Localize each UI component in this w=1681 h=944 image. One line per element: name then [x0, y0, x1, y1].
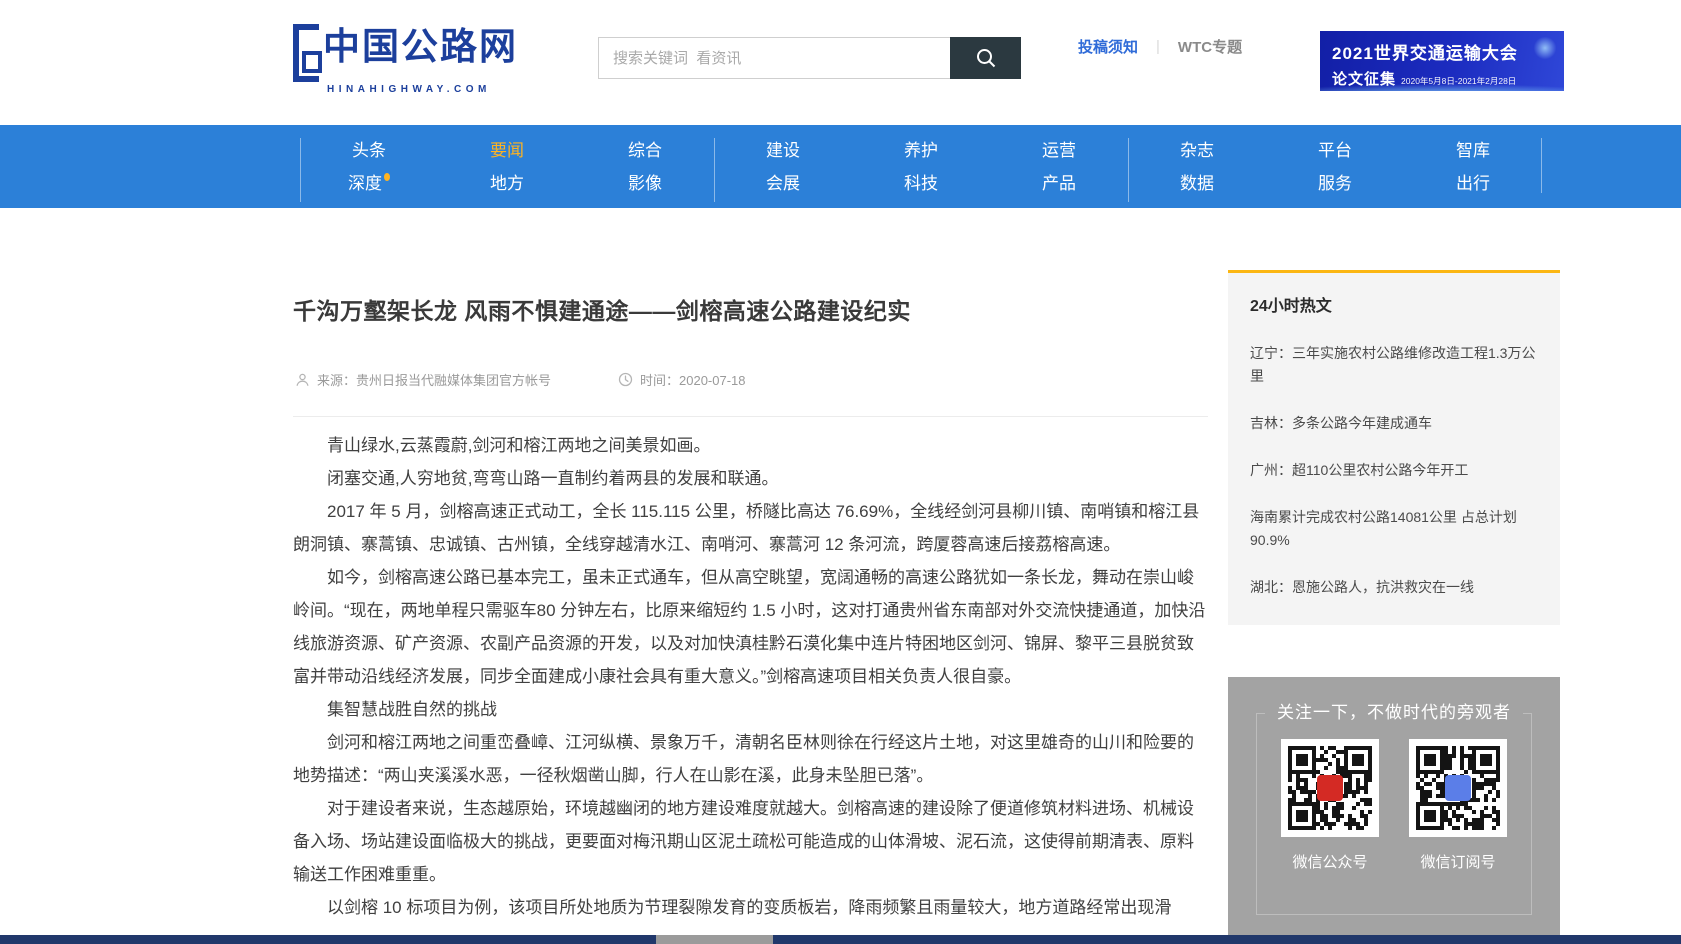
- footer-bar: [0, 935, 1681, 944]
- banner-subtitle: 论文征集: [1332, 68, 1396, 89]
- qr-item-official-account: 微信公众号: [1281, 739, 1379, 872]
- article-time: 时间：2020-07-18: [618, 370, 746, 389]
- footer-gray-segment: [656, 935, 773, 944]
- sidebar: 24小时热文 辽宁：三年实施农村公路维修改造工程1.3万公里 吉林：多条公路今年…: [1228, 270, 1560, 939]
- paragraph: 如今，剑榕高速公路已基本完工，虽未正式通车，但从高空眺望，宽阔通畅的高速公路犹如…: [293, 561, 1208, 693]
- paragraph: 以剑榕 10 标项目为例，该项目所处地质为节理裂隙发育的变质板岩，降雨频繁且雨量…: [293, 891, 1208, 924]
- wechat-follow-box: 关注一下，不做时代的旁观者 微信公众号 微信订阅号: [1228, 677, 1560, 939]
- hot-articles-box: 24小时热文 辽宁：三年实施农村公路维修改造工程1.3万公里 吉林：多条公路今年…: [1228, 270, 1560, 625]
- nav-item-exhibition[interactable]: 会展: [714, 167, 852, 200]
- content-area: 千沟万壑架长龙 风雨不惧建通途——剑榕高速公路建设纪实 来源：贵州日报当代融媒体…: [0, 208, 1681, 935]
- nav-item-technology[interactable]: 科技: [852, 167, 990, 200]
- wechat-official-qr-code: [1281, 739, 1379, 837]
- article-source-text: 来源：贵州日报当代融媒体集团官方帐号: [317, 370, 551, 389]
- nav-group-2: 建设 会展 养护 科技 运营 产品: [714, 134, 1128, 208]
- page: 中国公路网 HINAHIGHWAY.COM 投稿须知 | WTC专题 2021世…: [0, 0, 1681, 944]
- nav-item-products[interactable]: 产品: [990, 167, 1128, 200]
- wtc-banner-ad[interactable]: 2021世界交通运输大会 论文征集 2020年5月8日-2021年2月28日: [1320, 31, 1564, 91]
- nav-item-comprehensive[interactable]: 综合: [576, 134, 714, 167]
- hot-articles-list: 辽宁：三年实施农村公路维修改造工程1.3万公里 吉林：多条公路今年建成通车 广州…: [1250, 342, 1538, 599]
- paragraph: 对于建设者来说，生态越原始，环境越幽闭的地方建设难度就越大。剑榕高速的建设除了便…: [293, 792, 1208, 891]
- nav-item-travel[interactable]: 出行: [1404, 167, 1542, 200]
- nav-item-headlines[interactable]: 头条: [300, 134, 438, 167]
- nav-item-operation[interactable]: 运营: [990, 134, 1128, 167]
- site-logo[interactable]: 中国公路网 HINAHIGHWAY.COM: [293, 24, 593, 95]
- paragraph: 2017 年 5 月，剑榕高速正式动工，全长 115.115 公里，桥隧比高达 …: [293, 495, 1208, 561]
- hot-article-link[interactable]: 广州：超110公里农村公路今年开工: [1250, 459, 1538, 482]
- nav-item-data[interactable]: 数据: [1128, 167, 1266, 200]
- search-input[interactable]: [598, 37, 950, 79]
- link-submission-notice[interactable]: 投稿须知: [1078, 36, 1138, 57]
- new-dot-icon: [384, 173, 390, 181]
- article-title: 千沟万壑架长龙 风雨不惧建通途——剑榕高速公路建设纪实: [293, 292, 1208, 326]
- hot-article-link[interactable]: 吉林：多条公路今年建成通车: [1250, 412, 1538, 435]
- paragraph: 青山绿水,云蒸霞蔚,剑河和榕江两地之间美景如画。: [293, 429, 1208, 462]
- search-bar: [598, 37, 1021, 79]
- banner-date: 2020年5月8日-2021年2月28日: [1401, 75, 1516, 87]
- search-button[interactable]: [950, 37, 1021, 79]
- hot-article-link[interactable]: 辽宁：三年实施农村公路维修改造工程1.3万公里: [1250, 342, 1538, 388]
- nav-item-images[interactable]: 影像: [576, 167, 714, 200]
- nav-item-local[interactable]: 地方: [438, 167, 576, 200]
- article-meta: 来源：贵州日报当代融媒体集团官方帐号 时间：2020-07-18: [293, 370, 1208, 390]
- clock-icon: [618, 372, 633, 387]
- nav-group-1: 头条 深度 要闻 地方 综合 影像: [300, 134, 714, 208]
- article-time-text: 时间：2020-07-18: [640, 370, 746, 389]
- article-body: 青山绿水,云蒸霞蔚,剑河和榕江两地之间美景如画。 闭塞交通,人穷地贫,弯弯山路一…: [293, 429, 1208, 924]
- nav-item-think-tank[interactable]: 智库: [1404, 134, 1542, 167]
- paragraph: 剑河和榕江两地之间重峦叠嶂、江河纵横、景象万千，清朝名臣林则徐在行经这片土地，对…: [293, 726, 1208, 792]
- paragraph-subheading: 集智慧战胜自然的挑战: [293, 693, 1208, 726]
- link-wtc-topic[interactable]: WTC专题: [1178, 36, 1242, 57]
- paragraph: 闭塞交通,人穷地贫,弯弯山路一直制约着两县的发展和联通。: [293, 462, 1208, 495]
- qr-label: 微信公众号: [1281, 851, 1379, 872]
- article: 千沟万壑架长龙 风雨不惧建通途——剑榕高速公路建设纪实 来源：贵州日报当代融媒体…: [293, 208, 1208, 924]
- logo-domain-text: HINAHIGHWAY.COM: [327, 84, 593, 95]
- logo-text: 中国公路网: [323, 24, 518, 70]
- qr-label: 微信订阅号: [1409, 851, 1507, 872]
- nav-item-depth[interactable]: 深度: [300, 167, 438, 200]
- person-icon: [295, 372, 310, 387]
- article-source: 来源：贵州日报当代融媒体集团官方帐号: [295, 370, 551, 389]
- nav-item-key-news[interactable]: 要闻: [438, 134, 576, 167]
- search-icon: [975, 47, 997, 69]
- follow-title: 关注一下，不做时代的旁观者: [1265, 701, 1523, 725]
- hot-articles-title: 24小时热文: [1250, 292, 1538, 316]
- header-links: 投稿须知 | WTC专题: [1078, 36, 1242, 57]
- logo-bracket-icon: [293, 24, 319, 82]
- banner-title: 2021世界交通运输大会: [1332, 39, 1564, 64]
- site-header: 中国公路网 HINAHIGHWAY.COM 投稿须知 | WTC专题 2021世…: [0, 0, 1681, 125]
- hot-article-link[interactable]: 湖北：恩施公路人，抗洪救灾在一线: [1250, 576, 1538, 599]
- qr-item-subscription-account: 微信订阅号: [1409, 739, 1507, 872]
- main-nav: 头条 深度 要闻 地方 综合 影像 建设 会展 养护: [0, 125, 1681, 208]
- link-separator: |: [1156, 38, 1160, 55]
- hot-article-link[interactable]: 海南累计完成农村公路14081公里 占总计划90.9%: [1250, 506, 1538, 552]
- wechat-subscription-qr-code: [1409, 739, 1507, 837]
- nav-group-3: 杂志 数据 平台 服务 智库 出行: [1128, 134, 1542, 208]
- nav-item-maintenance[interactable]: 养护: [852, 134, 990, 167]
- nav-item-construction[interactable]: 建设: [714, 134, 852, 167]
- nav-item-platform[interactable]: 平台: [1266, 134, 1404, 167]
- nav-item-services[interactable]: 服务: [1266, 167, 1404, 200]
- meta-divider: [293, 416, 1208, 417]
- nav-item-magazine[interactable]: 杂志: [1128, 134, 1266, 167]
